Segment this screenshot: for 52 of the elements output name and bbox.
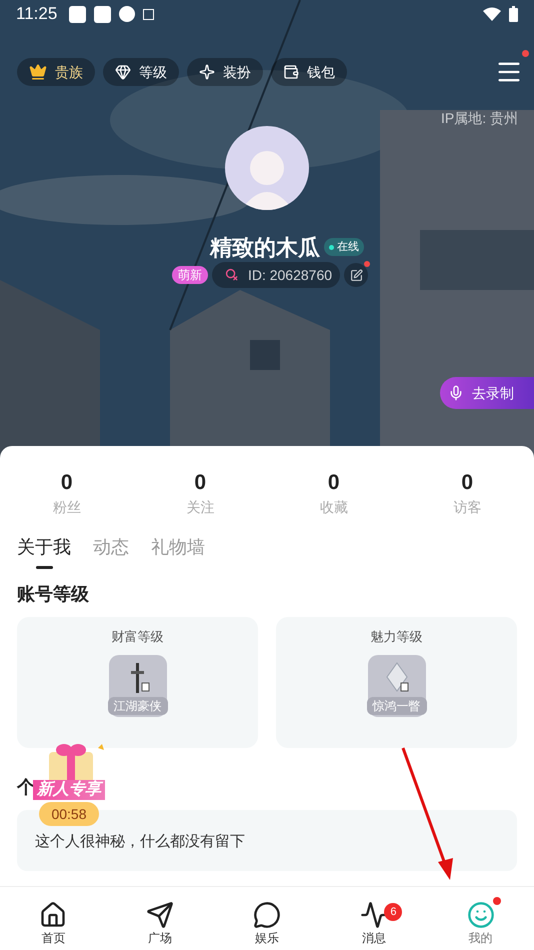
nav-tab[interactable]: 消息 6: [320, 887, 428, 950]
chip-button[interactable]: 钱包: [271, 58, 347, 86]
sparkle-icon: [199, 64, 215, 80]
promo-countdown: 00:58: [39, 802, 99, 826]
section-heading: 账号等级: [16, 583, 90, 606]
home-icon: [39, 901, 68, 929]
ip-location: IP属地: 贵州: [440, 110, 518, 126]
stat-label: 访客: [453, 498, 482, 517]
level-name: 惊鸿一瞥: [366, 696, 426, 714]
user-id: ID: 20628760: [212, 262, 340, 288]
nav-tab[interactable]: 娱乐: [214, 887, 320, 950]
stat-label: 粉丝: [52, 498, 81, 517]
stat-value: 0: [60, 470, 73, 496]
record-button[interactable]: 去录制: [440, 377, 534, 409]
wifi-icon: [483, 7, 501, 21]
status-time: 11:25: [16, 3, 58, 26]
promo-badge[interactable]: 新人专享 00:58: [33, 742, 105, 826]
stat-value: 0: [328, 470, 340, 496]
stat-label: 收藏: [320, 498, 348, 517]
level-title: 财富等级: [112, 628, 164, 646]
stat-value: 0: [194, 470, 206, 496]
chip-button[interactable]: 等级: [103, 58, 179, 86]
profile-tab[interactable]: 关于我: [17, 534, 71, 569]
smile-icon: [466, 901, 495, 929]
wallet-icon: [283, 64, 299, 80]
notification-icon: [69, 6, 86, 22]
newbie-tag: 萌新: [172, 266, 208, 284]
notification-icon: [94, 6, 112, 22]
nav-tab[interactable]: 首页: [0, 887, 107, 950]
stat-value: 0: [461, 470, 474, 496]
edit-button[interactable]: [344, 263, 368, 287]
paper-plane-icon: [146, 901, 174, 929]
edit-icon: [350, 268, 363, 282]
crown-icon: [29, 63, 47, 81]
level-name: 江湖豪侠: [108, 696, 168, 714]
chip-button[interactable]: 贵族: [17, 58, 95, 86]
intro-text: 这个人很神秘，什么都没有留下: [35, 832, 245, 852]
battery-icon: [509, 6, 518, 22]
stat-label: 关注: [186, 498, 214, 517]
section-heading: 个: [17, 776, 35, 799]
nav-tab[interactable]: 广场: [106, 887, 214, 950]
user-name: 精致的木瓜: [210, 234, 320, 262]
level-title: 魅力等级: [370, 628, 422, 646]
chip-button[interactable]: 装扮: [187, 58, 263, 86]
unread-badge: 6: [384, 903, 402, 921]
online-status: 在线: [324, 238, 364, 256]
gem-icon: [115, 64, 131, 80]
keyboard-icon: [143, 8, 154, 20]
nav-tab[interactable]: 我的: [427, 887, 534, 950]
promo-title: 新人专享: [33, 780, 105, 800]
speech-bubble-icon: [252, 901, 281, 929]
microphone-icon: [448, 385, 464, 401]
